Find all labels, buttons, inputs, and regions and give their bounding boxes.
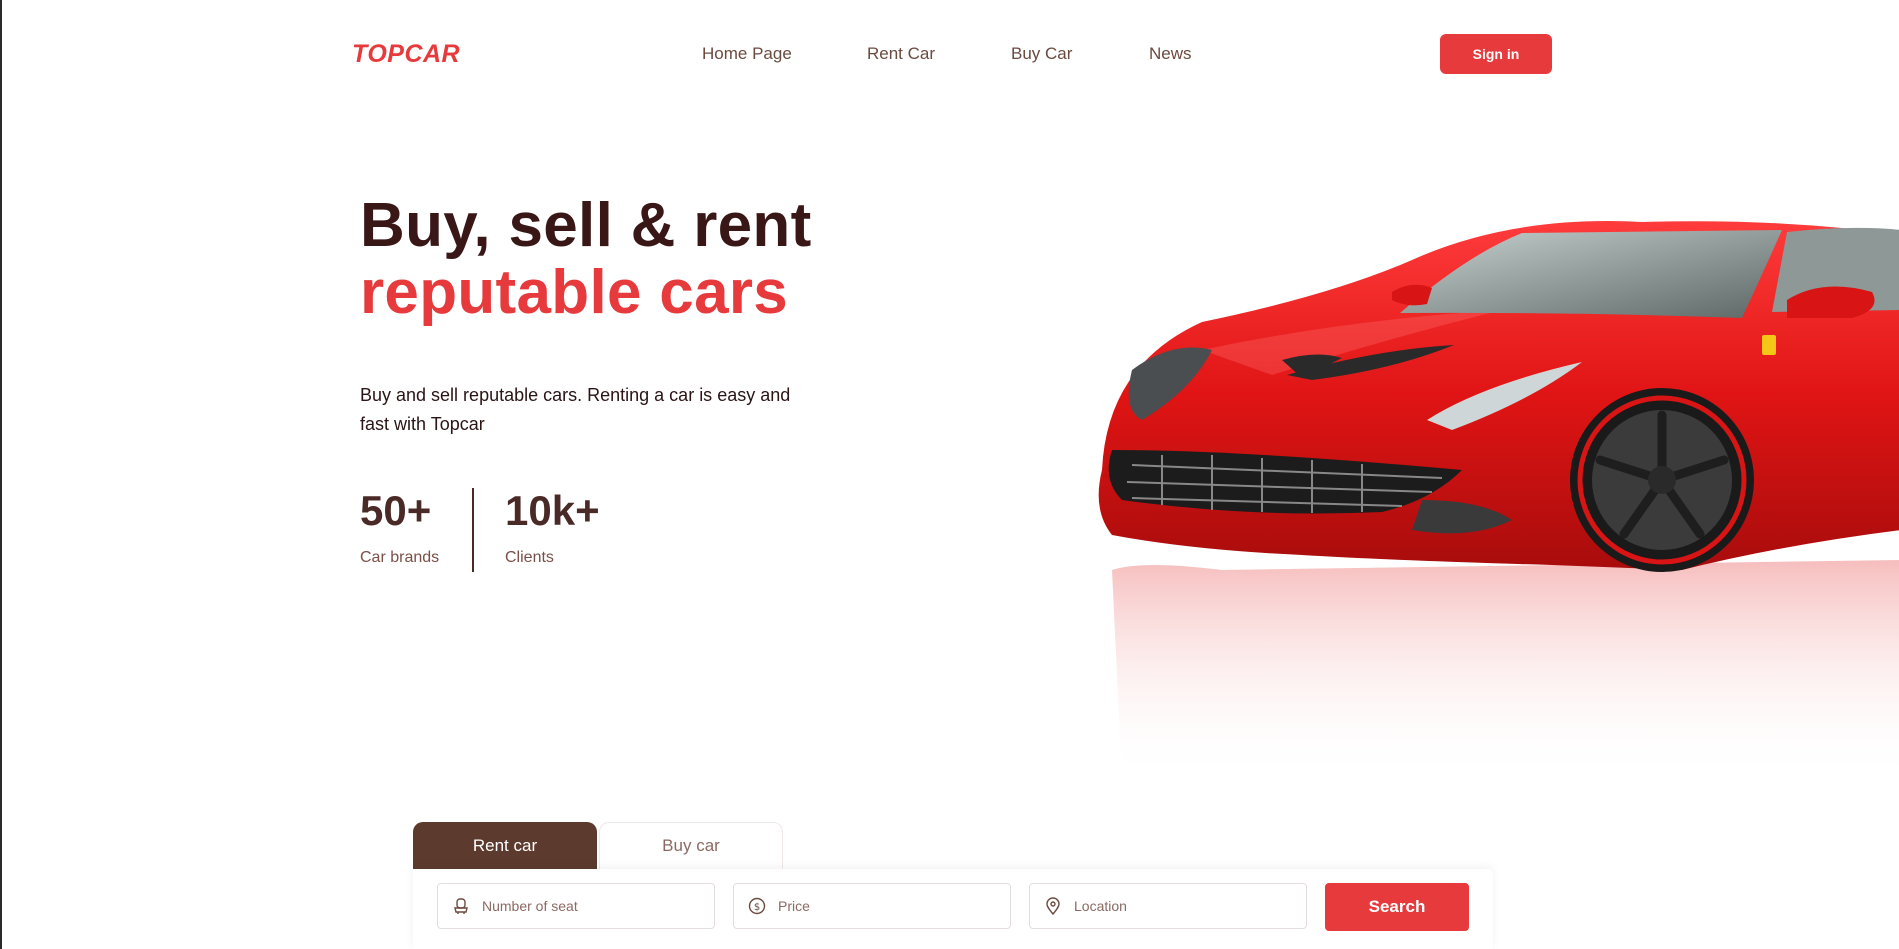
seat-field[interactable] [437, 883, 715, 929]
search-button[interactable]: Search [1325, 883, 1469, 931]
nav-buy-car[interactable]: Buy Car [1011, 44, 1072, 64]
nav-news[interactable]: News [1149, 44, 1192, 64]
dollar-icon: $ [748, 897, 766, 915]
number-of-seat-input[interactable] [480, 897, 714, 915]
tab-buy-car[interactable]: Buy car [599, 822, 783, 869]
nav-home-page[interactable]: Home Page [702, 44, 792, 64]
price-input[interactable] [776, 897, 1010, 915]
price-field[interactable]: $ [733, 883, 1011, 929]
svg-text:$: $ [754, 902, 760, 913]
stat-value: 10k+ [505, 487, 600, 534]
sign-in-button[interactable]: Sign in [1440, 34, 1552, 74]
stat-clients: 10k+ Clients [505, 488, 600, 567]
tab-rent-car[interactable]: Rent car [413, 822, 597, 869]
location-field[interactable] [1029, 883, 1307, 929]
hero-description: Buy and sell reputable cars. Renting a c… [360, 385, 791, 434]
nav-rent-car[interactable]: Rent Car [867, 44, 935, 64]
search-panel: $ Search [413, 869, 1493, 949]
hero-title: Buy, sell & rent reputable cars [360, 192, 812, 326]
stat-value: 50+ [360, 487, 432, 534]
location-input[interactable] [1072, 897, 1306, 915]
logo[interactable]: TOPCAR [352, 40, 460, 69]
stat-divider [472, 488, 474, 572]
seat-icon [452, 897, 470, 915]
stat-label: Car brands [360, 549, 440, 566]
stat-label: Clients [505, 549, 554, 566]
red-sports-car-image [1098, 221, 1899, 780]
stat-car-brands: 50+ Car brands [360, 488, 439, 567]
hero-title-line2: reputable cars [360, 258, 789, 327]
hero-title-line1: Buy, sell & rent [360, 191, 812, 260]
location-pin-icon [1044, 897, 1062, 915]
